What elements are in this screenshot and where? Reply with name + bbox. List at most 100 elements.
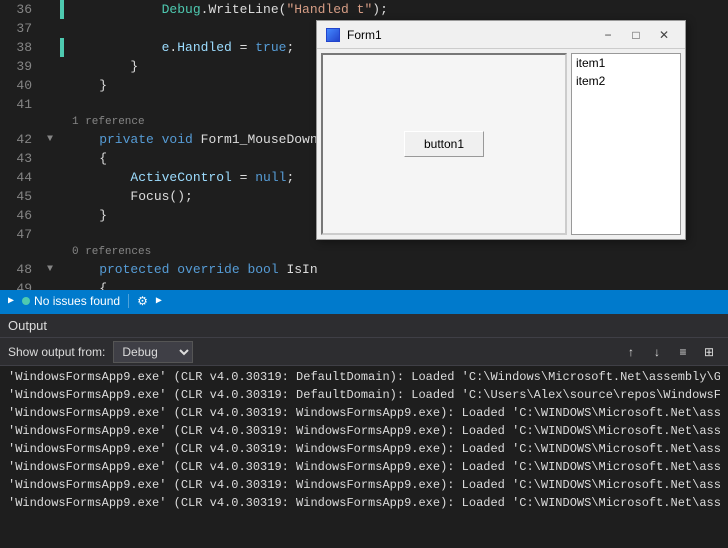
gutter-36 — [40, 0, 60, 19]
line-num-48: 48 — [0, 260, 32, 279]
code-semi2: ; — [286, 170, 294, 185]
code-semi: ; — [286, 40, 294, 55]
ref-label-48: 0 references — [64, 244, 728, 260]
code-dot2: . — [169, 40, 177, 55]
form-icon — [325, 27, 341, 43]
line-num-37: 37 — [0, 19, 32, 38]
output-panel: Output Show output from: Debug ↑ ↓ ≡ ⊞ '… — [0, 312, 728, 548]
output-text-6: 'WindowsFormsApp9.exe' (CLR v4.0.30319: … — [8, 460, 720, 474]
form1-window[interactable]: Form1 − □ ✕ button1 item1 item2 — [316, 20, 686, 240]
code-line-49: { — [64, 279, 728, 290]
line-num-45: 45 — [0, 187, 32, 206]
gutter-37 — [40, 19, 60, 38]
line-num-49: 49 — [0, 279, 32, 290]
code-private: private — [68, 132, 162, 147]
list-item-1[interactable]: item1 — [572, 54, 680, 72]
gutter-49 — [40, 279, 60, 290]
code-form1mouse: Form1_MouseDown — [201, 132, 318, 147]
line-num-38: 38 — [0, 38, 32, 57]
output-text-1: 'WindowsFormsApp9.exe' (CLR v4.0.30319: … — [8, 370, 720, 384]
gutter-38 — [40, 38, 60, 57]
code-eq: = — [232, 40, 255, 55]
code-eq2: = — [232, 170, 255, 185]
code-handled: Handled — [177, 40, 232, 55]
output-line-2: 'WindowsFormsApp9.exe' (CLR v4.0.30319: … — [8, 386, 720, 404]
collapse-icon-48[interactable]: ▼ — [47, 264, 53, 275]
line-num-ref-before-42 — [0, 114, 32, 130]
gutter-46 — [40, 206, 60, 225]
form-title: Form1 — [347, 28, 595, 42]
line-num-44: 44 — [0, 168, 32, 187]
code-override: override — [177, 262, 247, 277]
form-titlebar: Form1 − □ ✕ — [317, 21, 685, 49]
close-button[interactable]: ✕ — [651, 25, 677, 45]
gutter-ref-42 — [40, 114, 60, 130]
gutter-43 — [40, 149, 60, 168]
form-button1[interactable]: button1 — [404, 131, 484, 157]
status-bar: ▶ No issues found ⚙ ▶ — [0, 290, 728, 312]
output-btn-down[interactable]: ↓ — [646, 341, 668, 363]
output-line-4: 'WindowsFormsApp9.exe' (CLR v4.0.30319: … — [8, 422, 720, 440]
output-line-3: 'WindowsFormsApp9.exe' (CLR v4.0.30319: … — [8, 404, 720, 422]
code-protected: protected — [68, 262, 177, 277]
show-output-label: Show output from: — [8, 345, 105, 359]
line-num-43: 43 — [0, 149, 32, 168]
output-text-5: 'WindowsFormsApp9.exe' (CLR v4.0.30319: … — [8, 442, 720, 456]
code-writeline: WriteLine( — [208, 2, 286, 17]
list-item-2[interactable]: item2 — [572, 72, 680, 90]
line-num-36: 36 — [0, 0, 32, 19]
minimize-button[interactable]: − — [595, 25, 621, 45]
output-line-8: 'WindowsFormsApp9.exe' (CLR v4.0.30319: … — [8, 494, 720, 512]
no-issues-text: No issues found — [34, 294, 120, 308]
form-listbox[interactable]: item1 item2 — [571, 53, 681, 235]
line-num-46: 46 — [0, 206, 32, 225]
output-text-7: 'WindowsFormsApp9.exe' (CLR v4.0.30319: … — [8, 478, 720, 492]
output-header: Output — [0, 314, 728, 338]
code-line-48[interactable]: protected override bool IsIn — [64, 260, 728, 279]
output-title: Output — [8, 318, 47, 333]
line-num-47: 47 — [0, 225, 32, 244]
output-toolbar-buttons: ↑ ↓ ≡ ⊞ — [620, 341, 720, 363]
output-line-6: 'WindowsFormsApp9.exe' (CLR v4.0.30319: … — [8, 458, 720, 476]
output-line-5: 'WindowsFormsApp9.exe' (CLR v4.0.30319: … — [8, 440, 720, 458]
code-brace40: } — [68, 78, 107, 93]
line-numbers: 36 37 38 39 40 41 42 43 44 45 46 47 48 4… — [0, 0, 40, 290]
code-debug: Debug — [68, 2, 201, 17]
output-btn-list[interactable]: ≡ — [672, 341, 694, 363]
output-text-3: 'WindowsFormsApp9.exe' (CLR v4.0.30319: … — [8, 406, 720, 420]
code-isin: IsIn — [286, 262, 317, 277]
output-toolbar: Show output from: Debug ↑ ↓ ≡ ⊞ — [0, 338, 728, 366]
code-void: void — [162, 132, 201, 147]
maximize-button[interactable]: □ — [623, 25, 649, 45]
code-line-36[interactable]: Debug.WriteLine("Handled t"); — [64, 0, 728, 19]
gutter-45 — [40, 187, 60, 206]
no-issues-icon — [22, 297, 30, 305]
output-text-2: 'WindowsFormsApp9.exe' (CLR v4.0.30319: … — [8, 388, 720, 402]
collapse-icon-42[interactable]: ▼ — [47, 134, 53, 145]
right-arrow[interactable]: ▶ — [156, 295, 162, 307]
output-line-1: 'WindowsFormsApp9.exe' (CLR v4.0.30319: … — [8, 368, 720, 386]
code-brace43: { — [68, 151, 107, 166]
output-source-dropdown[interactable]: Debug — [113, 341, 193, 363]
code-end: ); — [372, 2, 388, 17]
code-str: "Handled t" — [286, 2, 372, 17]
code-null: null — [255, 170, 286, 185]
gutter-48[interactable]: ▼ — [40, 260, 60, 279]
expand-arrow[interactable]: ▶ — [8, 295, 14, 307]
gutter-42[interactable]: ▼ — [40, 130, 60, 149]
form-controls: − □ ✕ — [595, 25, 677, 45]
output-line-7: 'WindowsFormsApp9.exe' (CLR v4.0.30319: … — [8, 476, 720, 494]
editor-area: 36 37 38 39 40 41 42 43 44 45 46 47 48 4… — [0, 0, 728, 290]
output-content[interactable]: 'WindowsFormsApp9.exe' (CLR v4.0.30319: … — [0, 366, 728, 548]
output-btn-up[interactable]: ↑ — [620, 341, 642, 363]
gutter-44 — [40, 168, 60, 187]
output-text-4: 'WindowsFormsApp9.exe' (CLR v4.0.30319: … — [8, 424, 720, 438]
output-btn-clear[interactable]: ⊞ — [698, 341, 720, 363]
code-dot: . — [201, 2, 209, 17]
form-main-area[interactable]: button1 — [321, 53, 567, 235]
gutter-ref-48 — [40, 244, 60, 260]
status-divider — [128, 294, 129, 308]
code-brace46: } — [68, 208, 107, 223]
code-focus: Focus(); — [68, 189, 193, 204]
git-item: ⚙ — [137, 294, 148, 308]
